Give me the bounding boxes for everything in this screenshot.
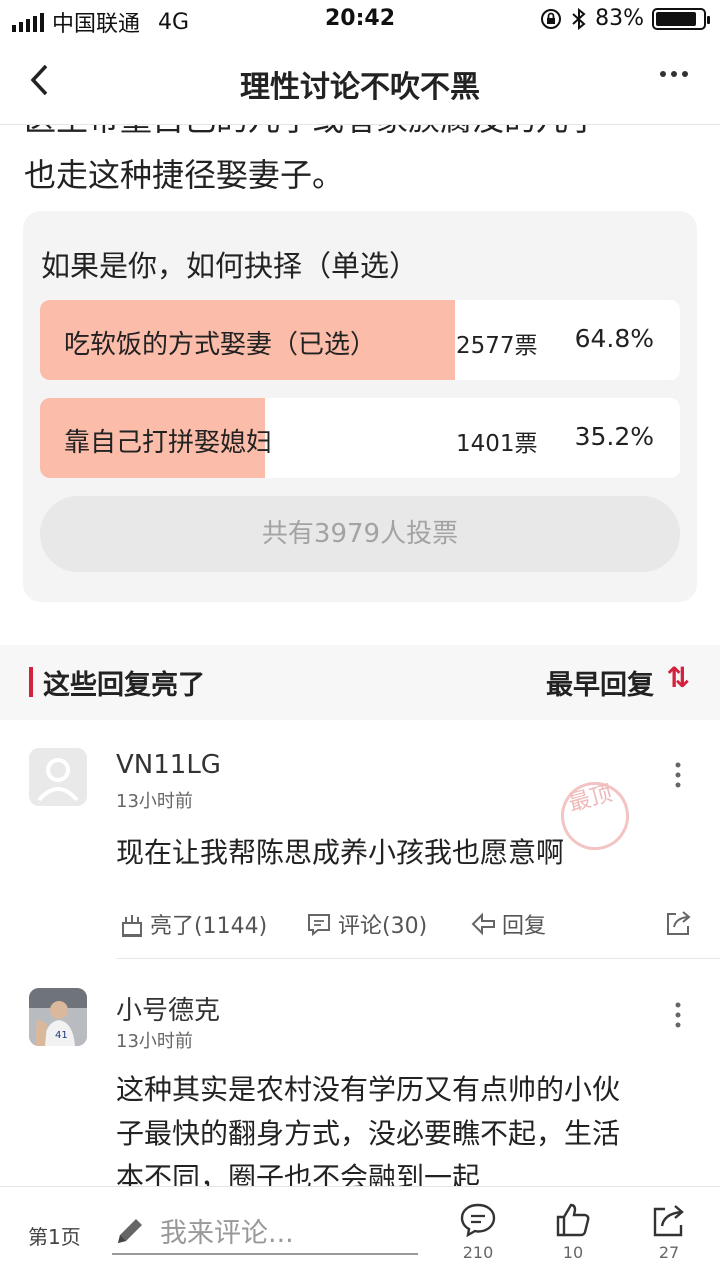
share-icon: [667, 911, 691, 935]
status-right: 83%: [539, 6, 710, 31]
nav-bar: 理性讨论不吹不黑: [0, 40, 720, 125]
comments-count: 210: [462, 1243, 494, 1262]
poll-card: 如果是你，如何抉择（单选） 吃软饭的方式娶妻（已选） 2577票 64.8% 靠…: [23, 211, 697, 602]
sort-button[interactable]: 最早回复: [546, 663, 654, 702]
reply-label: 回复: [502, 914, 547, 939]
poll-question: 如果是你，如何抉择（单选）: [41, 249, 419, 283]
light-icon: [122, 915, 142, 937]
light-button[interactable]: 亮了(1144): [118, 908, 267, 940]
comment-author[interactable]: VN11LG: [116, 750, 221, 780]
poll-total-button[interactable]: 共有3979人投票: [40, 496, 680, 572]
section-header: 这些回复亮了 最早回复 ⇅: [0, 645, 720, 720]
comment-input[interactable]: 我来评论...: [112, 1209, 418, 1255]
battery-percent: 83%: [595, 6, 644, 31]
poll-option-label: 靠自己打拼娶媳妇: [64, 428, 273, 458]
bottom-bar: 第1页 我来评论... 210 10 27: [0, 1186, 720, 1281]
comment-time: 13小时前: [116, 791, 193, 812]
reply-icon: [471, 912, 495, 936]
article-line: 也走这种捷径娶妻子。: [24, 156, 345, 194]
top-stamp: 最顶: [553, 774, 637, 858]
bluetooth-icon: [572, 7, 586, 30]
poll-option-1[interactable]: 吃软饭的方式娶妻（已选） 2577票 64.8%: [40, 300, 680, 380]
comment-text: 这种其实是农村没有学历又有点帅的小伙 子最快的翻身方式，没必要瞧不起，生活 本不…: [116, 1068, 706, 1186]
more-dots-icon: [660, 71, 688, 77]
comment-button[interactable]: 评论(30): [306, 908, 427, 940]
comment-bubble-icon: [460, 1203, 496, 1238]
battery-icon: [652, 7, 710, 30]
user-photo-avatar: 41: [29, 988, 87, 1046]
comment-count: 评论(30): [338, 914, 428, 939]
status-bar: 中国联通 4G 20:42 83%: [0, 0, 720, 40]
poll-option-percent: 35.2%: [574, 422, 654, 451]
poll-option-votes: 2577票: [456, 333, 538, 359]
avatar[interactable]: 41: [29, 988, 87, 1046]
light-count: 亮了(1144): [150, 914, 268, 939]
comment-menu-button[interactable]: [672, 1000, 684, 1037]
comment-text: 现在让我帮陈思成养小孩我也愿意啊: [116, 836, 565, 869]
comment-divider: [116, 958, 720, 959]
like-button[interactable]: 10: [543, 1201, 603, 1262]
share-icon: [653, 1205, 684, 1237]
comment-line: 本不同，圈子也不会融到一起: [116, 1161, 481, 1186]
reply-button[interactable]: 回复: [470, 908, 546, 940]
share-button[interactable]: 27: [639, 1201, 699, 1262]
article-partial-line: 医生带童自己的儿子或者家族腐没的儿子: [24, 124, 600, 140]
section-accent-bar: [29, 667, 33, 697]
article-text: 医生带童自己的儿子或者家族腐没的儿子 也走这种捷径娶妻子。: [24, 124, 704, 204]
comments-button[interactable]: 210: [448, 1201, 508, 1262]
svg-text:41: 41: [55, 1030, 68, 1041]
pencil-icon: [118, 1219, 142, 1243]
more-vertical-icon: [675, 762, 681, 788]
default-avatar-icon: [37, 758, 79, 802]
poll-option-label: 吃软饭的方式娶妻（已选）: [64, 330, 377, 360]
more-vertical-icon: [675, 1002, 681, 1028]
comment-input-placeholder: 我来评论...: [160, 1218, 294, 1249]
share-count: 27: [658, 1243, 680, 1262]
like-count: 10: [562, 1243, 584, 1262]
thumbs-up-icon: [556, 1203, 590, 1237]
comment-line: 这种其实是农村没有学历又有点帅的小伙: [116, 1073, 621, 1106]
rotation-lock-icon: [541, 8, 562, 29]
poll-option-2[interactable]: 靠自己打拼娶媳妇 1401票 35.2%: [40, 398, 680, 478]
section-title: 这些回复亮了: [43, 670, 205, 701]
sort-icon[interactable]: ⇅: [667, 661, 690, 694]
more-button[interactable]: [658, 54, 690, 103]
poll-option-percent: 64.8%: [574, 324, 654, 353]
comment-icon: [308, 914, 330, 937]
comment-author[interactable]: 小号德克: [116, 990, 220, 1027]
share-comment-button[interactable]: [664, 908, 694, 938]
poll-option-votes: 1401票: [456, 431, 538, 457]
page-title: 理性讨论不吹不黑: [240, 70, 480, 105]
comment-menu-button[interactable]: [672, 760, 684, 797]
comment-line: 子最快的翻身方式，没必要瞧不起，生活: [116, 1117, 621, 1150]
page-indicator[interactable]: 第1页: [28, 1221, 81, 1250]
avatar[interactable]: [29, 748, 87, 806]
comment-time: 13小时前: [116, 1031, 193, 1052]
